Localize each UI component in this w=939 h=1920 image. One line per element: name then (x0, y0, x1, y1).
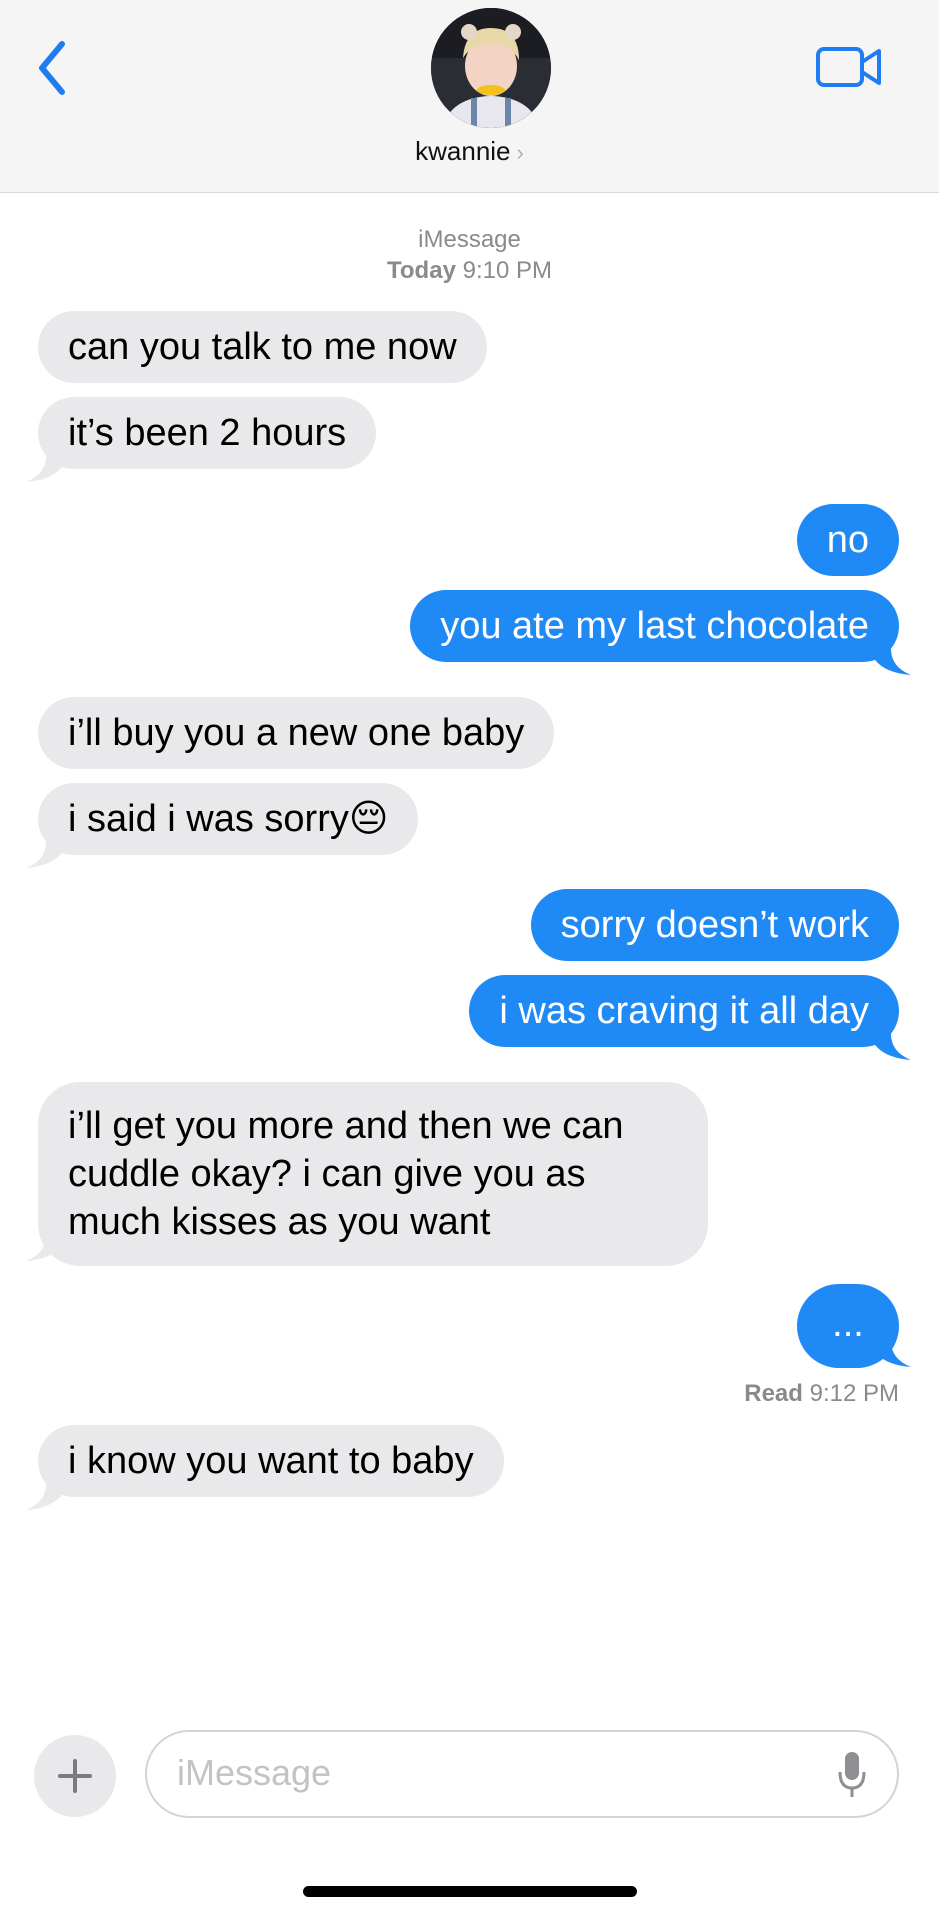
conversation-header: kwannie › (0, 0, 939, 193)
avatar-image (431, 8, 551, 128)
read-label: Read (744, 1380, 803, 1407)
read-receipt: Read 9:12 PM (744, 1380, 899, 1408)
message-input-placeholder: iMessage (177, 1752, 332, 1793)
bubble-tail (873, 1341, 911, 1367)
outgoing-message[interactable]: sorry doesn’t work (530, 889, 899, 961)
contact-name: kwannie (415, 136, 511, 166)
bubble-tail (26, 1235, 64, 1261)
outgoing-message[interactable]: no (796, 504, 899, 576)
back-chevron-icon[interactable] (34, 38, 74, 98)
outgoing-message[interactable]: you ate my last chocolate (410, 590, 899, 662)
home-indicator[interactable] (303, 1886, 637, 1897)
incoming-message[interactable]: can you talk to me now (38, 311, 487, 383)
thread-date-time: 9:10 PM (462, 257, 552, 284)
message-input[interactable]: iMessage (145, 1730, 899, 1818)
bubble-tail (873, 649, 911, 675)
add-attachment-button[interactable] (34, 1735, 116, 1817)
service-label: iMessage (418, 226, 521, 253)
incoming-message[interactable]: it’s been 2 hours (38, 397, 377, 469)
bubble-tail (873, 1034, 911, 1060)
thread-date-day: Today (387, 257, 456, 284)
incoming-message[interactable]: i’ll get you more and then we can cuddle… (38, 1082, 708, 1266)
video-call-icon[interactable] (815, 44, 883, 90)
microphone-icon[interactable] (837, 1750, 867, 1800)
bubble-tail (26, 842, 64, 868)
bubble-tail (26, 456, 64, 482)
plus-icon (58, 1759, 92, 1793)
incoming-message[interactable]: i said i was sorry😔 (38, 783, 419, 855)
chevron-right-icon: › (516, 140, 524, 165)
thread-date: Today 9:10 PM (0, 257, 939, 285)
outgoing-message[interactable]: i was craving it all day (469, 975, 899, 1047)
contact-avatar[interactable] (431, 8, 551, 128)
incoming-message[interactable]: i’ll buy you a new one baby (38, 697, 555, 769)
bubble-tail (26, 1484, 64, 1510)
incoming-message[interactable]: i know you want to baby (38, 1425, 504, 1497)
contact-name-row[interactable]: kwannie › (0, 136, 939, 167)
read-time: 9:12 PM (809, 1380, 899, 1407)
